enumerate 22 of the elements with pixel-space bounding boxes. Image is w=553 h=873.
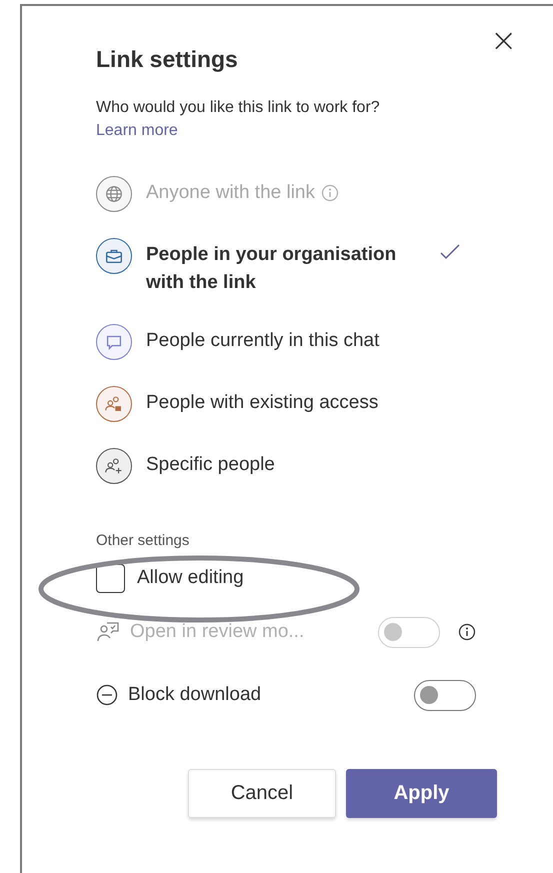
cancel-button[interactable]: Cancel xyxy=(188,769,336,818)
dialog-title: Link settings xyxy=(96,46,239,73)
setting-label: Open in review mo... xyxy=(130,621,304,643)
option-label[interactable]: People in your organisation with the link xyxy=(146,238,416,297)
review-icon xyxy=(96,620,120,644)
close-button[interactable]: × xyxy=(490,24,517,56)
setting-label: Allow editing xyxy=(137,567,244,589)
people-lock-icon[interactable] xyxy=(96,386,132,422)
chat-icon[interactable] xyxy=(96,324,132,360)
option-label[interactable]: Specific people xyxy=(146,448,275,479)
apply-button[interactable]: Apply xyxy=(346,769,497,818)
question-text: Who would you like this link to work for? xyxy=(96,99,381,117)
people-add-icon[interactable] xyxy=(96,448,132,484)
section-heading: Other settings xyxy=(96,532,190,549)
setting-label: Block download xyxy=(128,684,262,706)
learn-more-link[interactable]: Learn more xyxy=(96,122,178,140)
block-icon xyxy=(96,684,118,706)
option-label[interactable]: People currently in this chat xyxy=(146,324,380,355)
option-label[interactable]: People with existing access xyxy=(146,386,378,417)
toggle-switch[interactable] xyxy=(414,680,476,710)
briefcase-icon[interactable] xyxy=(96,238,132,274)
checkbox[interactable] xyxy=(96,564,125,592)
